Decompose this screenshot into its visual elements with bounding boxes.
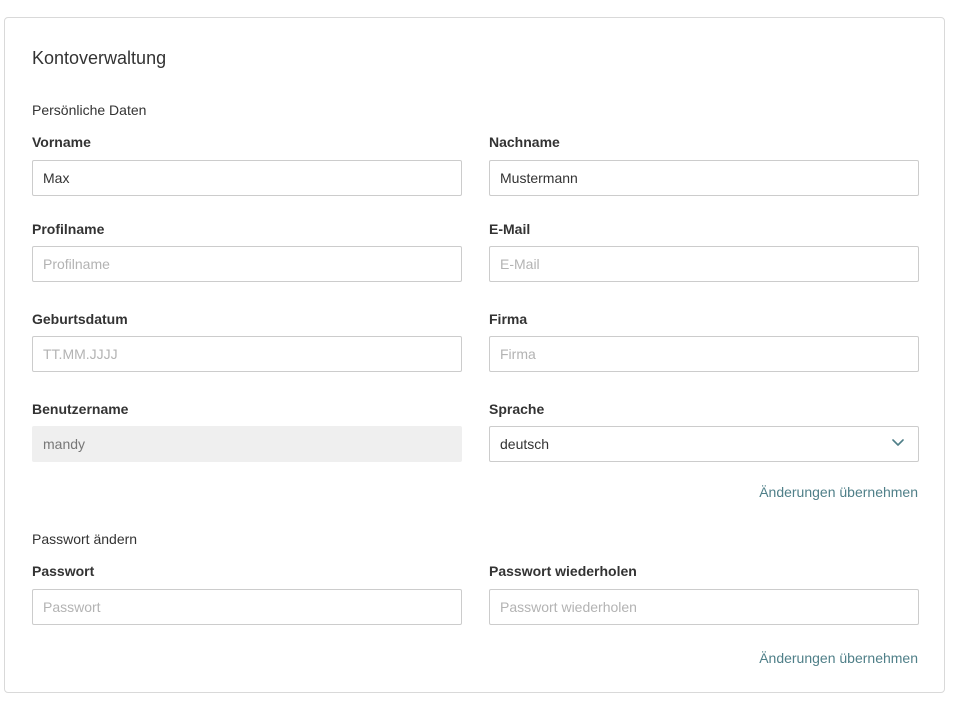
profilename-input[interactable]: [32, 246, 462, 282]
lastname-input[interactable]: [489, 160, 919, 196]
birthdate-input[interactable]: [32, 336, 462, 372]
password-input[interactable]: [32, 589, 462, 625]
email-input[interactable]: [489, 246, 919, 282]
account-settings-card: Kontoverwaltung Persönliche Daten Vornam…: [4, 17, 945, 693]
password-repeat-input[interactable]: [489, 589, 919, 625]
apply-personal-changes-link[interactable]: Änderungen übernehmen: [759, 484, 918, 500]
personal-data-section-title: Persönliche Daten: [32, 102, 147, 118]
page-title: Kontoverwaltung: [32, 48, 167, 68]
company-input[interactable]: [489, 336, 919, 372]
birthdate-label: Geburtsdatum: [32, 311, 128, 327]
email-label: E-Mail: [489, 221, 531, 237]
password-section-title: Passwort ändern: [32, 531, 138, 547]
lastname-label: Nachname: [489, 134, 560, 150]
company-label: Firma: [489, 311, 528, 327]
firstname-input[interactable]: [32, 160, 462, 196]
apply-password-changes-link[interactable]: Änderungen übernehmen: [759, 650, 918, 666]
username-label: Benutzername: [32, 401, 129, 417]
password-repeat-label: Passwort wiederholen: [489, 563, 637, 579]
firstname-label: Vorname: [32, 134, 91, 150]
profilename-label: Profilname: [32, 221, 105, 237]
username-input: [32, 426, 462, 462]
password-label: Passwort: [32, 563, 95, 579]
language-select[interactable]: deutsch: [489, 426, 919, 462]
chevron-down-icon: [892, 439, 904, 446]
language-selected-value: deutsch: [500, 436, 550, 452]
language-label: Sprache: [489, 401, 545, 417]
